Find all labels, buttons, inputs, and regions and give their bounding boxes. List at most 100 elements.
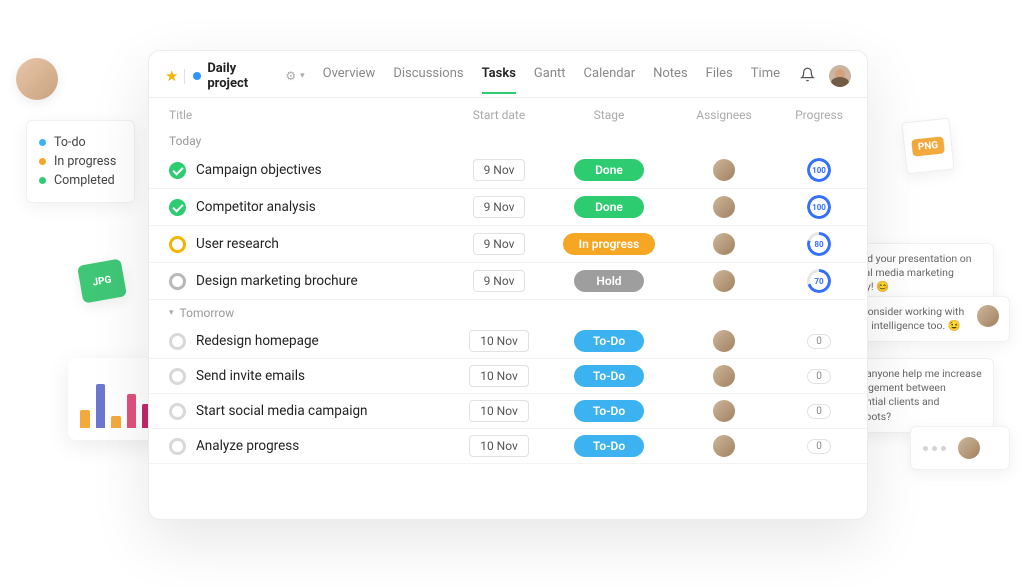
floating-user-avatar (16, 58, 58, 100)
tab-overview[interactable]: Overview (323, 66, 376, 87)
legend-label: In progress (54, 154, 116, 169)
assignee-avatar[interactable] (713, 435, 735, 457)
task-title: Start social media campaign (196, 403, 368, 419)
task-row[interactable]: Design marketing brochure 9 Nov Hold 70 (149, 263, 867, 300)
stage-badge[interactable]: To-Do (574, 435, 644, 457)
task-row[interactable]: Competitor analysis 9 Nov Done 100 (149, 189, 867, 226)
tab-discussions[interactable]: Discussions (393, 66, 463, 87)
col-progress: Progress (779, 108, 859, 122)
user-avatar[interactable] (829, 65, 851, 87)
task-title: Analyze progress (196, 438, 299, 454)
status-legend-card: To-do In progress Completed (26, 120, 135, 203)
stage-badge[interactable]: Done (574, 159, 644, 181)
stage-badge[interactable]: In progress (563, 233, 656, 255)
date-pill[interactable]: 9 Nov (473, 159, 526, 181)
task-title: User research (196, 236, 279, 252)
status-icon-todo[interactable] (169, 403, 186, 420)
task-title: Campaign objectives (196, 162, 322, 178)
legend-dot-completed (39, 177, 46, 184)
tab-time[interactable]: Time (751, 66, 780, 87)
assignee-avatar[interactable] (713, 270, 735, 292)
col-assignee: Assignees (669, 108, 779, 122)
col-stage: Stage (549, 108, 669, 122)
tab-calendar[interactable]: Calendar (584, 66, 636, 87)
project-header: ★ Daily project ⚙ ▾ Overview Discussions… (149, 51, 867, 98)
task-row[interactable]: Start social media campaign 10 Nov To-Do… (149, 394, 867, 429)
tab-tasks[interactable]: Tasks (482, 66, 516, 87)
progress-pill[interactable]: 0 (807, 404, 831, 419)
assignee-avatar[interactable] (713, 196, 735, 218)
status-icon-todo[interactable] (169, 333, 186, 350)
group-header-today[interactable]: Today (149, 128, 867, 152)
progress-value: 80 (814, 240, 823, 249)
status-icon-hold[interactable] (169, 273, 186, 290)
status-icon-todo[interactable] (169, 368, 186, 385)
assignee-avatar[interactable] (713, 330, 735, 352)
tab-notes[interactable]: Notes (653, 66, 688, 87)
stage-badge[interactable]: To-Do (574, 400, 644, 422)
jpg-file-badge: JPG (77, 258, 127, 303)
legend-label: To-do (54, 135, 86, 150)
project-color-dot (193, 72, 201, 80)
progress-value: 100 (812, 203, 826, 212)
legend-row: To-do (39, 135, 116, 150)
bell-icon[interactable] (800, 67, 815, 86)
legend-label: Completed (54, 173, 115, 188)
progress-ring[interactable]: 70 (807, 269, 831, 293)
col-title: Title (169, 108, 449, 122)
status-icon-progress[interactable] (169, 236, 186, 253)
assignee-avatar[interactable] (713, 159, 735, 181)
stage-badge[interactable]: To-Do (574, 330, 644, 352)
stage-badge[interactable]: Done (574, 196, 644, 218)
typing-bubble (910, 426, 1010, 470)
divider (184, 69, 185, 84)
date-pill[interactable]: 10 Nov (469, 435, 529, 457)
view-tabs: Overview Discussions Tasks Gantt Calenda… (323, 66, 780, 87)
progress-ring[interactable]: 80 (807, 232, 831, 256)
tab-files[interactable]: Files (706, 66, 733, 87)
chevron-down-icon[interactable]: ▾ (169, 308, 174, 318)
progress-ring[interactable]: 100 (807, 158, 831, 182)
progress-value: 70 (814, 277, 823, 286)
progress-value: 100 (812, 166, 826, 175)
status-icon-done[interactable] (169, 162, 186, 179)
assignee-avatar[interactable] (713, 233, 735, 255)
task-row[interactable]: Campaign objectives 9 Nov Done 100 (149, 152, 867, 189)
status-icon-todo[interactable] (169, 438, 186, 455)
group-header-tomorrow[interactable]: ▾ Tomorrow (149, 300, 867, 324)
group-label: Today (169, 134, 201, 148)
progress-pill[interactable]: 0 (807, 334, 831, 349)
assignee-avatar[interactable] (713, 365, 735, 387)
date-pill[interactable]: 10 Nov (469, 400, 529, 422)
task-title: Design marketing brochure (196, 273, 358, 289)
date-pill[interactable]: 9 Nov (473, 196, 526, 218)
stage-badge[interactable]: Hold (574, 270, 644, 292)
task-row[interactable]: Redesign homepage 10 Nov To-Do 0 (149, 324, 867, 359)
task-row[interactable]: Analyze progress 10 Nov To-Do 0 (149, 429, 867, 464)
stage-badge[interactable]: To-Do (574, 365, 644, 387)
app-window: ★ Daily project ⚙ ▾ Overview Discussions… (148, 50, 868, 520)
legend-dot-todo (39, 139, 46, 146)
project-title[interactable]: Daily project (207, 61, 279, 91)
tab-gantt[interactable]: Gantt (534, 66, 566, 87)
gear-icon[interactable]: ⚙ (285, 69, 296, 83)
comment-avatar (977, 305, 999, 327)
status-icon-done[interactable] (169, 199, 186, 216)
task-title: Send invite emails (196, 368, 305, 384)
png-file-badge: PNG (901, 118, 954, 175)
progress-pill[interactable]: 0 (807, 369, 831, 384)
date-pill[interactable]: 9 Nov (473, 270, 526, 292)
date-pill[interactable]: 9 Nov (473, 233, 526, 255)
date-pill[interactable]: 10 Nov (469, 330, 529, 352)
progress-ring[interactable]: 100 (807, 195, 831, 219)
star-icon[interactable]: ★ (165, 67, 178, 85)
task-row[interactable]: User research 9 Nov In progress 80 (149, 226, 867, 263)
date-pill[interactable]: 10 Nov (469, 365, 529, 387)
jpg-label: JPG (92, 274, 112, 288)
assignee-avatar[interactable] (713, 400, 735, 422)
task-row[interactable]: Send invite emails 10 Nov To-Do 0 (149, 359, 867, 394)
chevron-down-icon[interactable]: ▾ (300, 71, 305, 81)
progress-pill[interactable]: 0 (807, 439, 831, 454)
typing-dots-icon (923, 446, 946, 451)
bar (127, 394, 137, 428)
